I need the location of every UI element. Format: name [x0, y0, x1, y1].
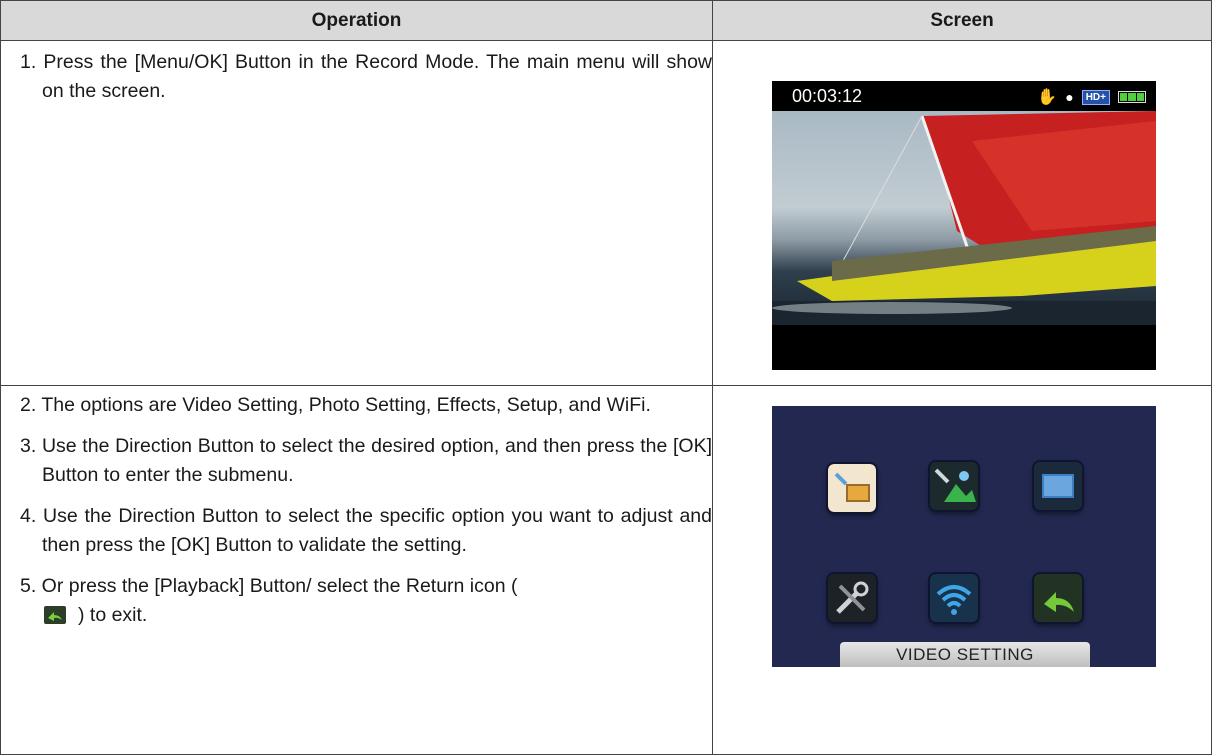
step-5: 5. Or press the [Playback] Button/ selec…	[20, 575, 518, 626]
step-3: 3. Use the Direction Button to select th…	[20, 435, 712, 486]
photo-setting-icon[interactable]	[930, 462, 978, 510]
video-setting-icon[interactable]	[828, 464, 876, 512]
main-menu-screen: VIDEO SETTING	[772, 406, 1156, 667]
battery-icon	[1118, 91, 1146, 103]
header-screen: Screen	[712, 0, 1212, 41]
row1-steps: 1. Press the [Menu/OK] Button in the Rec…	[20, 48, 712, 106]
return-icon	[44, 606, 66, 624]
sailboat-image	[772, 111, 1156, 325]
header-operation: Operation	[0, 0, 713, 41]
record-mode-screen: 00:03:12 ✋ ● HD+	[772, 81, 1156, 370]
selected-menu-label: VIDEO SETTING	[840, 642, 1090, 667]
light-bulb-icon: ●	[1065, 89, 1074, 105]
step-1: 1. Press the [Menu/OK] Button in the Rec…	[20, 51, 712, 102]
row2-steps: 2. The options are Video Setting, Photo …	[20, 391, 712, 630]
wifi-icon[interactable]	[930, 574, 978, 622]
setup-icon[interactable]	[828, 574, 876, 622]
step-4: 4. Use the Direction Button to select th…	[20, 505, 712, 556]
effects-icon[interactable]	[1034, 462, 1082, 510]
instruction-table: Operation Screen 1. Press the [Menu/OK] …	[0, 0, 1212, 755]
quality-badge: HD+	[1081, 89, 1110, 105]
osd-bar: 00:03:12 ✋ ● HD+	[772, 81, 1156, 111]
timecode: 00:03:12	[792, 86, 863, 106]
stabilizer-hand-icon: ✋	[1037, 89, 1058, 106]
return-icon[interactable]	[1034, 574, 1082, 622]
step-2: 2. The options are Video Setting, Photo …	[20, 394, 651, 416]
